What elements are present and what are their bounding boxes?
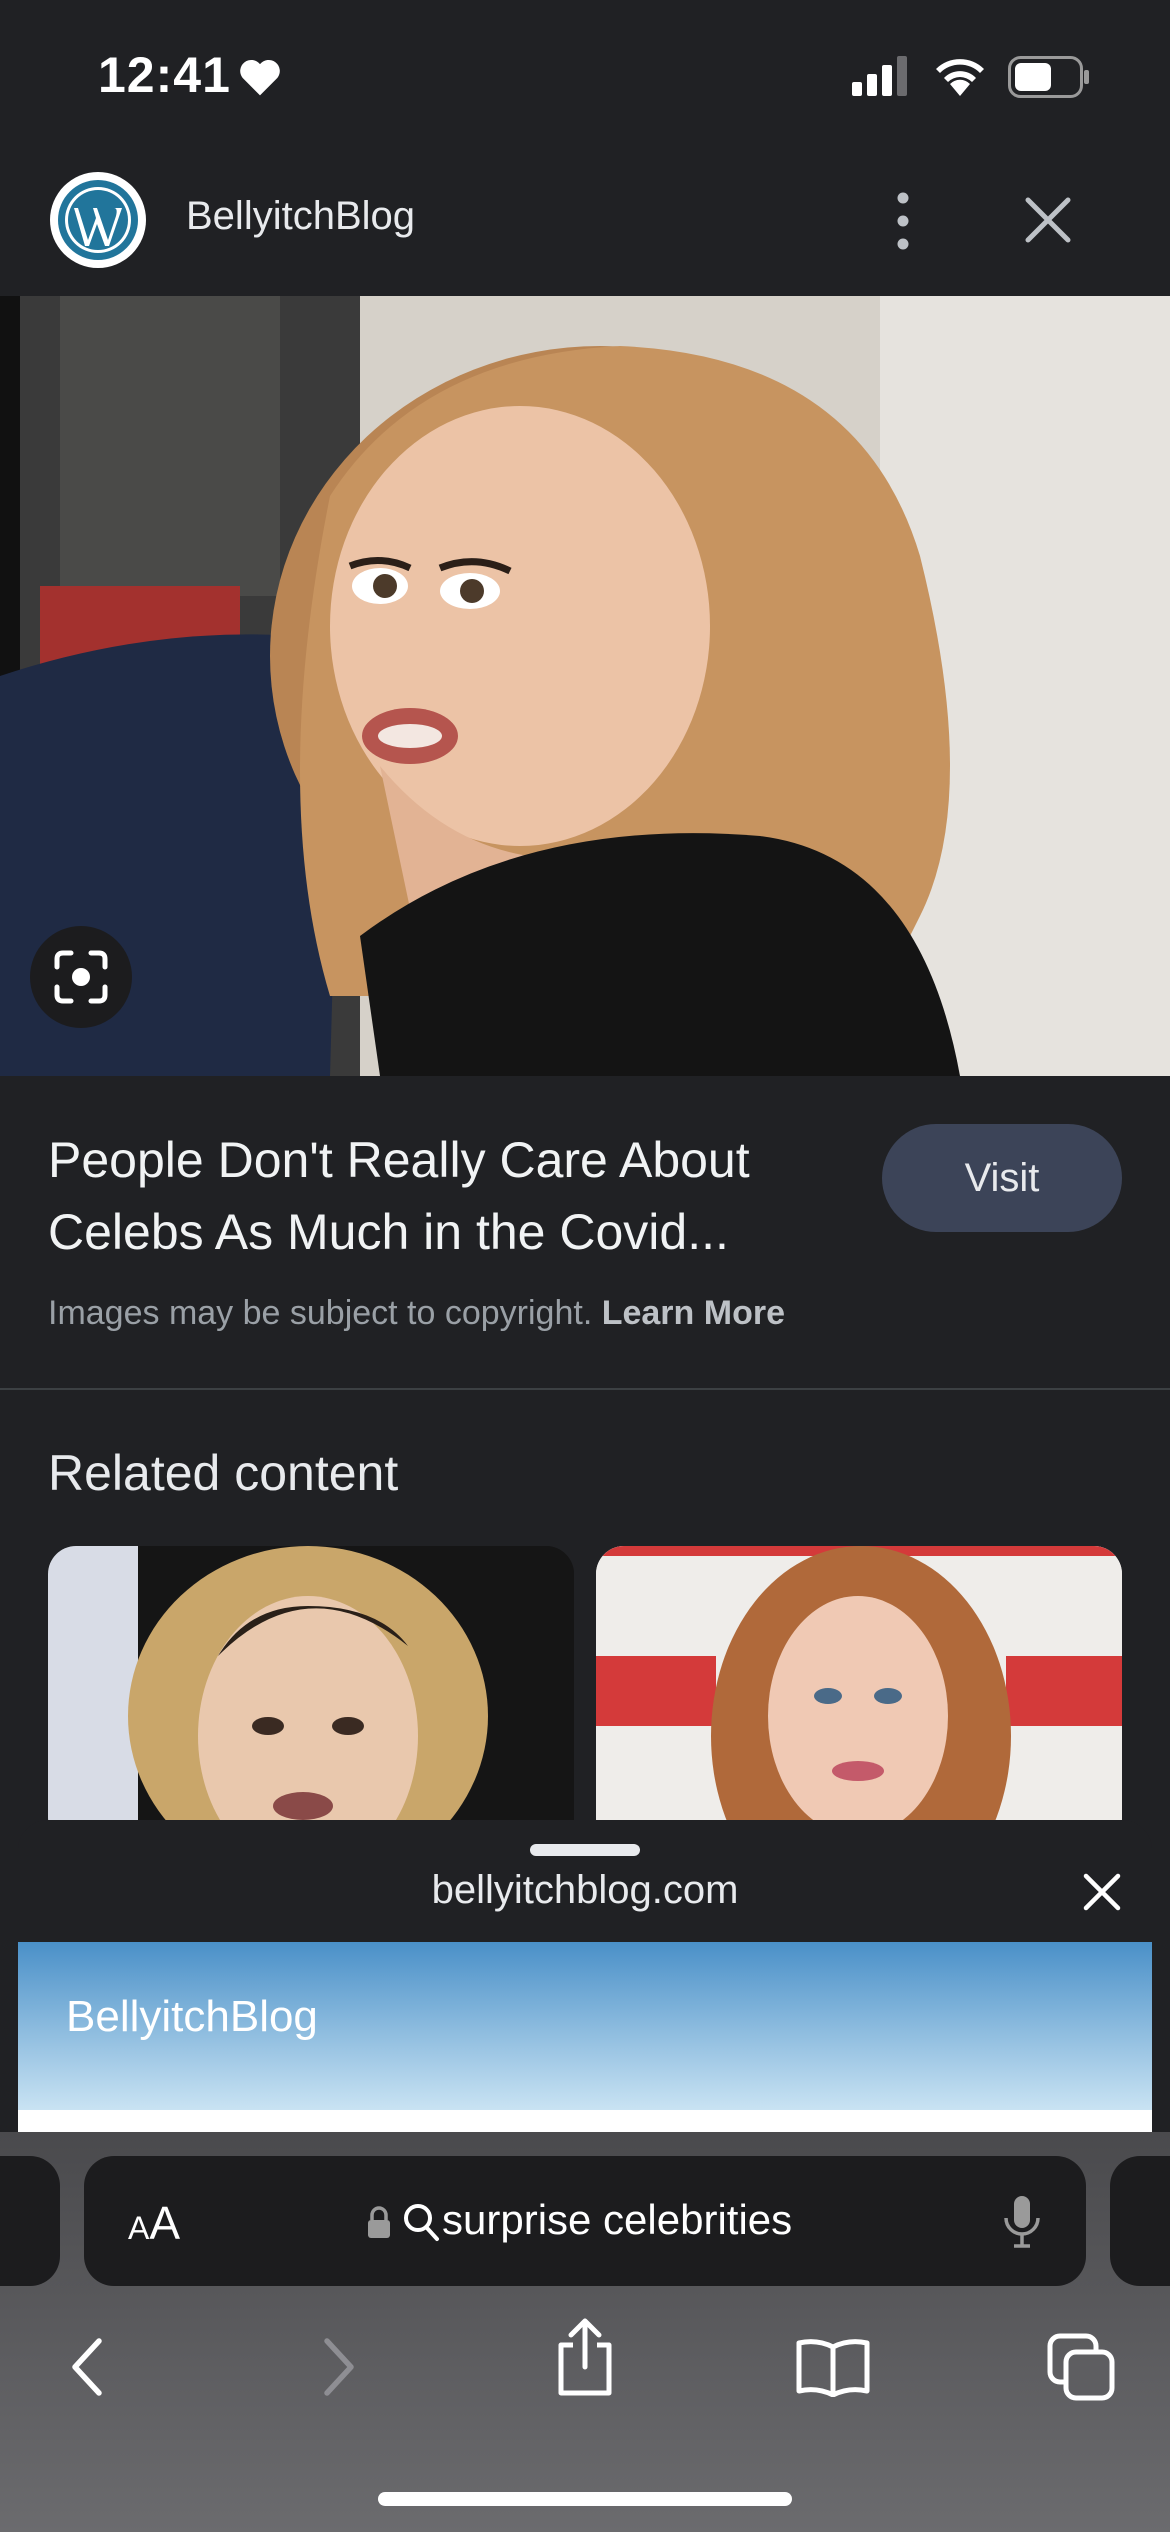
related-thumbnail[interactable] xyxy=(596,1546,1122,1846)
home-indicator[interactable] xyxy=(378,2492,792,2506)
forward-button[interactable] xyxy=(294,2322,384,2412)
bookmarks-button[interactable] xyxy=(788,2322,878,2412)
close-icon[interactable] xyxy=(1080,1870,1124,1914)
site-name[interactable]: BellyitchBlog xyxy=(186,194,415,239)
copyright-text: Images may be subject to copyright. xyxy=(48,1294,593,1332)
more-vert-icon[interactable] xyxy=(880,186,926,256)
wifi-icon xyxy=(936,59,984,96)
result-photo xyxy=(0,296,1170,1076)
site-avatar[interactable] xyxy=(50,172,146,268)
bookmarks-icon xyxy=(796,2339,870,2397)
browser-toolbar: AA surprise celebrities xyxy=(0,2132,1170,2532)
page-settings-button[interactable]: AA xyxy=(128,2196,180,2250)
forward-icon xyxy=(324,2338,354,2396)
sheet-domain: bellyitchblog.com xyxy=(431,1868,739,1912)
site-preview-sheet[interactable]: bellyitchblog.com BellyitchBlog xyxy=(18,1820,1152,2132)
aa-small: A xyxy=(128,2210,150,2246)
result-image[interactable] xyxy=(0,296,1170,1076)
aa-large: A xyxy=(149,2197,181,2249)
related-thumbnail[interactable] xyxy=(48,1546,574,1846)
back-button[interactable] xyxy=(42,2322,132,2412)
visit-button[interactable]: Visit xyxy=(882,1124,1122,1232)
sheet-banner: BellyitchBlog xyxy=(18,1942,1152,2110)
close-icon[interactable] xyxy=(1018,190,1078,250)
sheet-banner-title: BellyitchBlog xyxy=(66,1992,318,2041)
divider xyxy=(0,1388,1170,1390)
heart-icon xyxy=(240,59,280,96)
wordpress-icon xyxy=(58,180,138,260)
tabs-icon xyxy=(1047,2333,1115,2401)
status-bar: 12:41 xyxy=(0,0,1170,150)
learn-more-link[interactable]: Learn More xyxy=(602,1294,785,1332)
battery-icon xyxy=(1008,56,1089,98)
search-icon xyxy=(404,2204,439,2241)
lens-icon xyxy=(54,950,108,1004)
result-title[interactable]: People Don't Really Care About Celebs As… xyxy=(48,1124,848,1268)
share-icon xyxy=(558,2318,612,2396)
lock-icon xyxy=(368,2206,390,2238)
result-header: BellyitchBlog xyxy=(0,150,1170,296)
search-query[interactable]: surprise celebrities xyxy=(442,2196,792,2244)
sheet-page-body xyxy=(18,2110,1152,2132)
status-time: 12:41 xyxy=(98,47,231,103)
copyright-notice: Images may be subject to copyright. Lear… xyxy=(48,1294,785,1333)
back-icon xyxy=(72,2338,102,2396)
related-content-heading: Related content xyxy=(48,1445,399,1501)
share-button[interactable] xyxy=(540,2312,630,2402)
related-photo xyxy=(596,1546,1122,1846)
address-bar[interactable]: AA surprise celebrities xyxy=(84,2156,1086,2286)
sheet-grabber[interactable] xyxy=(530,1844,640,1856)
previous-tab-peek[interactable] xyxy=(0,2156,60,2286)
tabs-button[interactable] xyxy=(1036,2322,1126,2412)
related-photo xyxy=(48,1546,574,1846)
next-tab-peek[interactable] xyxy=(1110,2156,1170,2286)
signal-icon xyxy=(852,56,907,96)
mic-icon[interactable] xyxy=(1002,2194,1042,2250)
lens-button[interactable] xyxy=(30,926,132,1028)
